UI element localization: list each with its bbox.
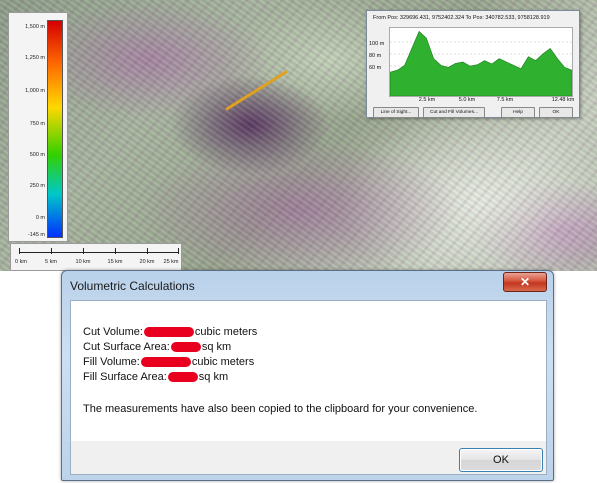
scale-bar: 0 km 5 km 10 km 15 km 20 km 25 km bbox=[10, 243, 182, 271]
terrain-map[interactable]: 1,500 m 1,250 m 1,000 m 750 m 500 m 250 … bbox=[0, 0, 597, 271]
profile-position-title: From Pos: 329696.431, 9752402.324 To Pos… bbox=[373, 15, 550, 21]
legend-tick: -145 m bbox=[27, 232, 45, 238]
profile-y-label: 80 m bbox=[369, 53, 382, 59]
fill-volume-label: Fill Volume: bbox=[83, 356, 140, 368]
redacted-value bbox=[170, 342, 201, 352]
redacted-value bbox=[143, 327, 194, 337]
scale-label: 5 km bbox=[45, 259, 57, 265]
fill-surface-area-line: Fill Surface Area: sq km bbox=[83, 371, 228, 383]
dialog-body: Cut Volume: cubic meters Cut Surface Are… bbox=[70, 300, 547, 442]
legend-tick: 250 m bbox=[29, 183, 45, 189]
elevation-profile-window[interactable]: From Pos: 329696.431, 9752402.324 To Pos… bbox=[366, 10, 580, 118]
fill-surface-area-unit: sq km bbox=[198, 371, 229, 383]
legend-tick: 500 m bbox=[29, 152, 45, 158]
elevation-legend: 1,500 m 1,250 m 1,000 m 750 m 500 m 250 … bbox=[8, 12, 68, 242]
scale-tick bbox=[19, 248, 20, 254]
elevation-profile-plot bbox=[389, 27, 573, 97]
profile-ok-button[interactable]: OK bbox=[539, 107, 573, 118]
elevation-profile-area bbox=[389, 30, 573, 97]
cut-surface-area-label: Cut Surface Area: bbox=[83, 341, 170, 353]
close-button[interactable]: ✕ bbox=[503, 272, 547, 292]
legend-tick: 750 m bbox=[29, 121, 45, 127]
cut-fill-volumes-button[interactable]: Cut and Fill Volumes... bbox=[423, 107, 485, 118]
profile-chart-svg bbox=[389, 30, 573, 97]
legend-tick: 1,500 m bbox=[25, 24, 45, 30]
clipboard-notice: The measurements have also been copied t… bbox=[83, 403, 478, 415]
profile-x-label: 2.5 km bbox=[418, 97, 436, 103]
profile-x-label: 7.5 km bbox=[496, 97, 514, 103]
cut-surface-area-unit: sq km bbox=[201, 341, 232, 353]
scale-label: 25 km bbox=[163, 259, 179, 265]
profile-y-label: 100 m bbox=[369, 41, 385, 47]
fill-volume-unit: cubic meters bbox=[191, 356, 255, 368]
legend-tick: 0 m bbox=[35, 215, 45, 221]
profile-y-label: 60 m bbox=[369, 65, 382, 71]
scale-label: 15 km bbox=[107, 259, 123, 265]
dialog-title: Volumetric Calculations bbox=[70, 279, 195, 293]
scale-tick bbox=[178, 248, 179, 254]
cut-volume-unit: cubic meters bbox=[194, 326, 258, 338]
legend-tick: 1,000 m bbox=[25, 88, 45, 94]
cut-surface-area-line: Cut Surface Area: sq km bbox=[83, 341, 231, 353]
scale-label: 20 km bbox=[139, 259, 155, 265]
fill-volume-line: Fill Volume: cubic meters bbox=[83, 356, 254, 368]
scale-tick bbox=[51, 248, 52, 254]
fill-surface-area-label: Fill Surface Area: bbox=[83, 371, 167, 383]
scale-tick bbox=[83, 248, 84, 254]
legend-tick: 1,250 m bbox=[25, 55, 45, 61]
scale-tick bbox=[115, 248, 116, 254]
ok-button[interactable]: OK bbox=[459, 448, 543, 472]
redacted-value bbox=[140, 357, 191, 367]
redacted-value bbox=[167, 372, 198, 382]
volumetric-calculations-dialog: Volumetric Calculations ✕ Cut Volume: cu… bbox=[61, 270, 554, 481]
scale-line bbox=[19, 252, 179, 253]
scale-label: 10 km bbox=[75, 259, 91, 265]
scale-label: 0 km bbox=[15, 259, 27, 265]
cut-volume-label: Cut Volume: bbox=[83, 326, 143, 338]
dialog-footer: OK bbox=[70, 441, 547, 475]
profile-help-button[interactable]: Help bbox=[501, 107, 535, 118]
scale-tick bbox=[147, 248, 148, 254]
line-of-sight-button[interactable]: Line of Sight... bbox=[373, 107, 419, 118]
profile-x-label: 5.0 km bbox=[458, 97, 476, 103]
close-icon: ✕ bbox=[519, 275, 531, 289]
profile-x-label: 12.48 km bbox=[551, 97, 575, 103]
elevation-color-ramp bbox=[47, 20, 63, 238]
cut-volume-line: Cut Volume: cubic meters bbox=[83, 326, 257, 338]
